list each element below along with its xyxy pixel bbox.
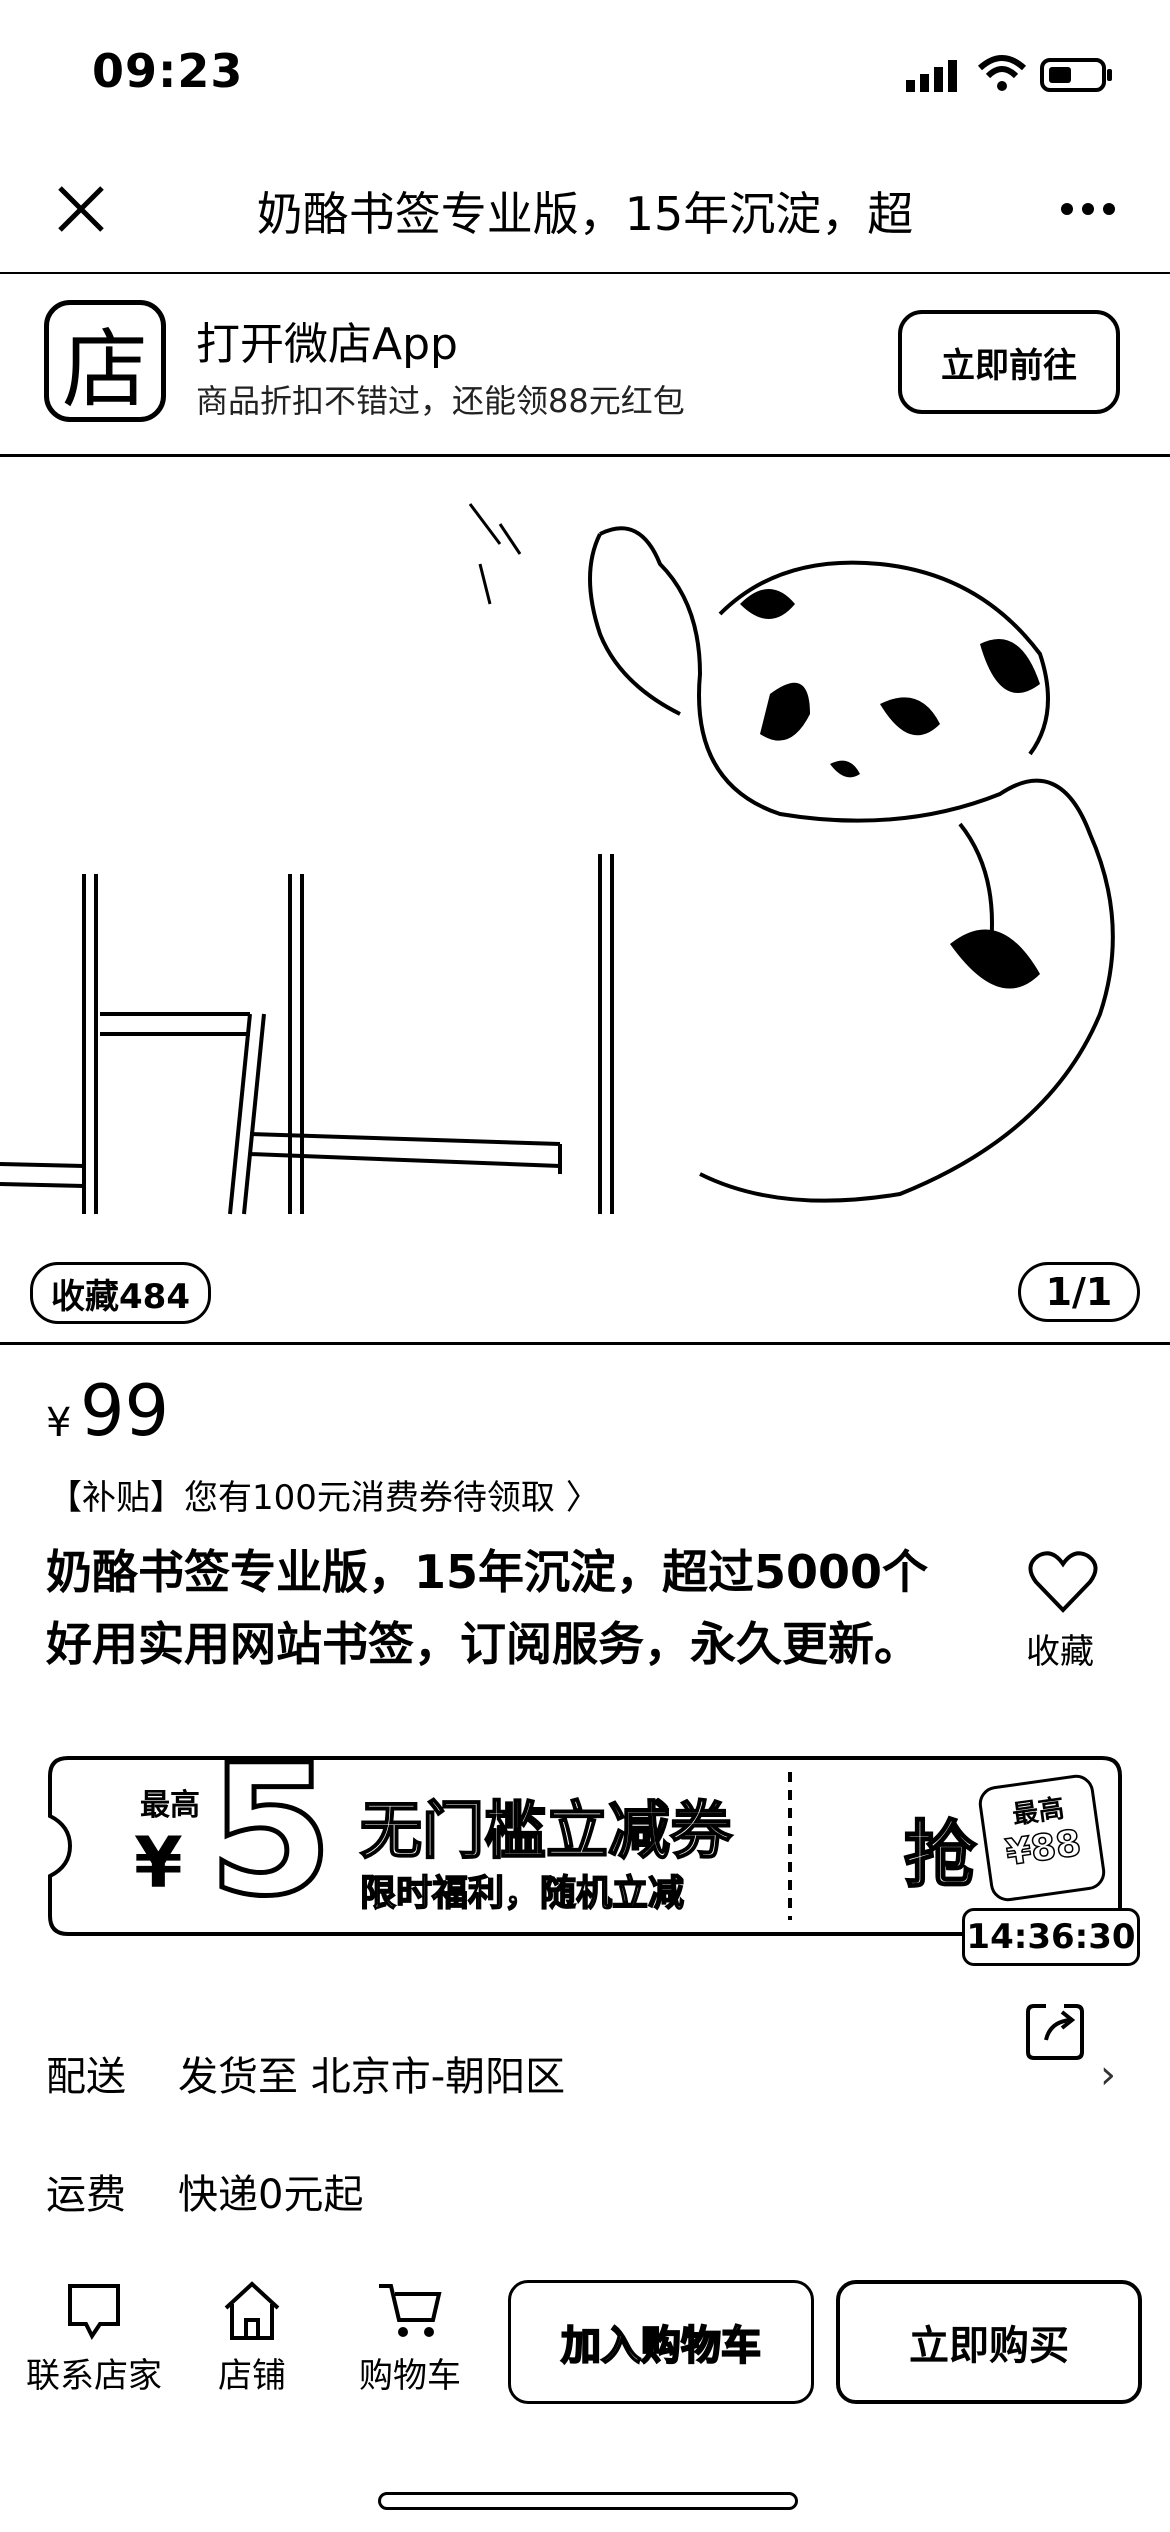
store-tab[interactable]: 店铺 [172,2280,332,2410]
add-to-cart-button[interactable]: 加入购物车 [508,2280,814,2404]
product-title-line1: 奶酪书签专业版，15年沉淀，超过5000个 [46,1545,929,1599]
contact-seller-tab[interactable]: 联系店家 [14,2280,174,2410]
heart-icon[interactable] [1028,1550,1098,1614]
banner-subtitle: 商品折扣不错过，还能领88元红包 [196,382,685,420]
buy-now-button[interactable]: 立即购买 [836,2280,1142,2404]
shipping-fee: 快递0元起 [178,2172,364,2218]
coupon-subtitle: 限时福利，随机立减 [359,1872,685,1915]
home-icon [224,2281,280,2340]
coupon-red-packet: 最高 ¥88 [976,1772,1108,1904]
favorite-button-label[interactable]: 收藏 [1026,1624,1094,1673]
product-title-line2: 好用实用网站书签，订阅服务，永久更新。 [46,1617,920,1671]
coupon-amount: 5 [205,1727,335,1936]
delivery-address[interactable]: 发货至 北京市-朝阳区 [178,2044,565,2102]
chevron-right-icon[interactable]: › [1100,2052,1116,2098]
product-image-gallery[interactable] [0,454,1170,1345]
wifi-icon [977,55,1027,91]
coupon-currency: ¥ [134,1822,183,1904]
status-time: 09:23 [92,44,244,98]
product-image [0,503,1115,1215]
favorites-count-badge: 收藏484 [30,1262,211,1324]
banner-title: 打开微店App [196,319,458,370]
delivery-label: 配送 [46,2054,126,2100]
open-app-button[interactable]: 立即前往 [898,310,1120,414]
shipping-label: 运费 [46,2172,126,2218]
signal-icon [906,60,957,92]
coupon-card[interactable]: 最高 ¥ 5 无门槛立减券 限时福利，随机立减 抢 最高 ¥88 [48,1739,1122,1936]
coupon-grab-button[interactable]: 抢 [903,1796,978,1901]
battery-icon [1040,58,1112,92]
nav-title: 奶酪书签专业版，15年沉淀，超 [256,187,914,238]
coupon-max-label: 最高 [140,1788,200,1823]
more-icon[interactable] [1060,202,1116,216]
product-title: 奶酪书签专业版，15年沉淀，超过5000个 好用实用网站书签，订阅服务，永久更新… [46,1536,976,1680]
cart-icon [379,2284,442,2337]
price-value: 99 [80,1370,170,1452]
chat-icon [68,2284,120,2340]
store-label: 店铺 [218,2356,286,2396]
close-icon[interactable] [56,184,106,234]
cart-label: 购物车 [359,2356,461,2396]
subsidy-link[interactable]: 【补贴】您有100元消费券待领取 〉 [48,1470,600,1519]
image-page-indicator: 1/1 [1018,1262,1140,1322]
nav-bar: 奶酪书签专业版，15年沉淀，超 [0,140,1170,274]
contact-seller-label: 联系店家 [26,2356,162,2396]
cart-tab[interactable]: 购物车 [330,2280,490,2410]
share-icon[interactable] [1024,2000,1086,2062]
home-indicator [378,2492,798,2510]
app-logo: 店 [44,300,166,422]
coupon-title: 无门槛立减券 [359,1793,733,1868]
price-currency: ¥ [46,1400,72,1446]
coupon-countdown: 14:36:30 [962,1908,1140,1966]
status-bar: 09:23 [0,0,1170,140]
